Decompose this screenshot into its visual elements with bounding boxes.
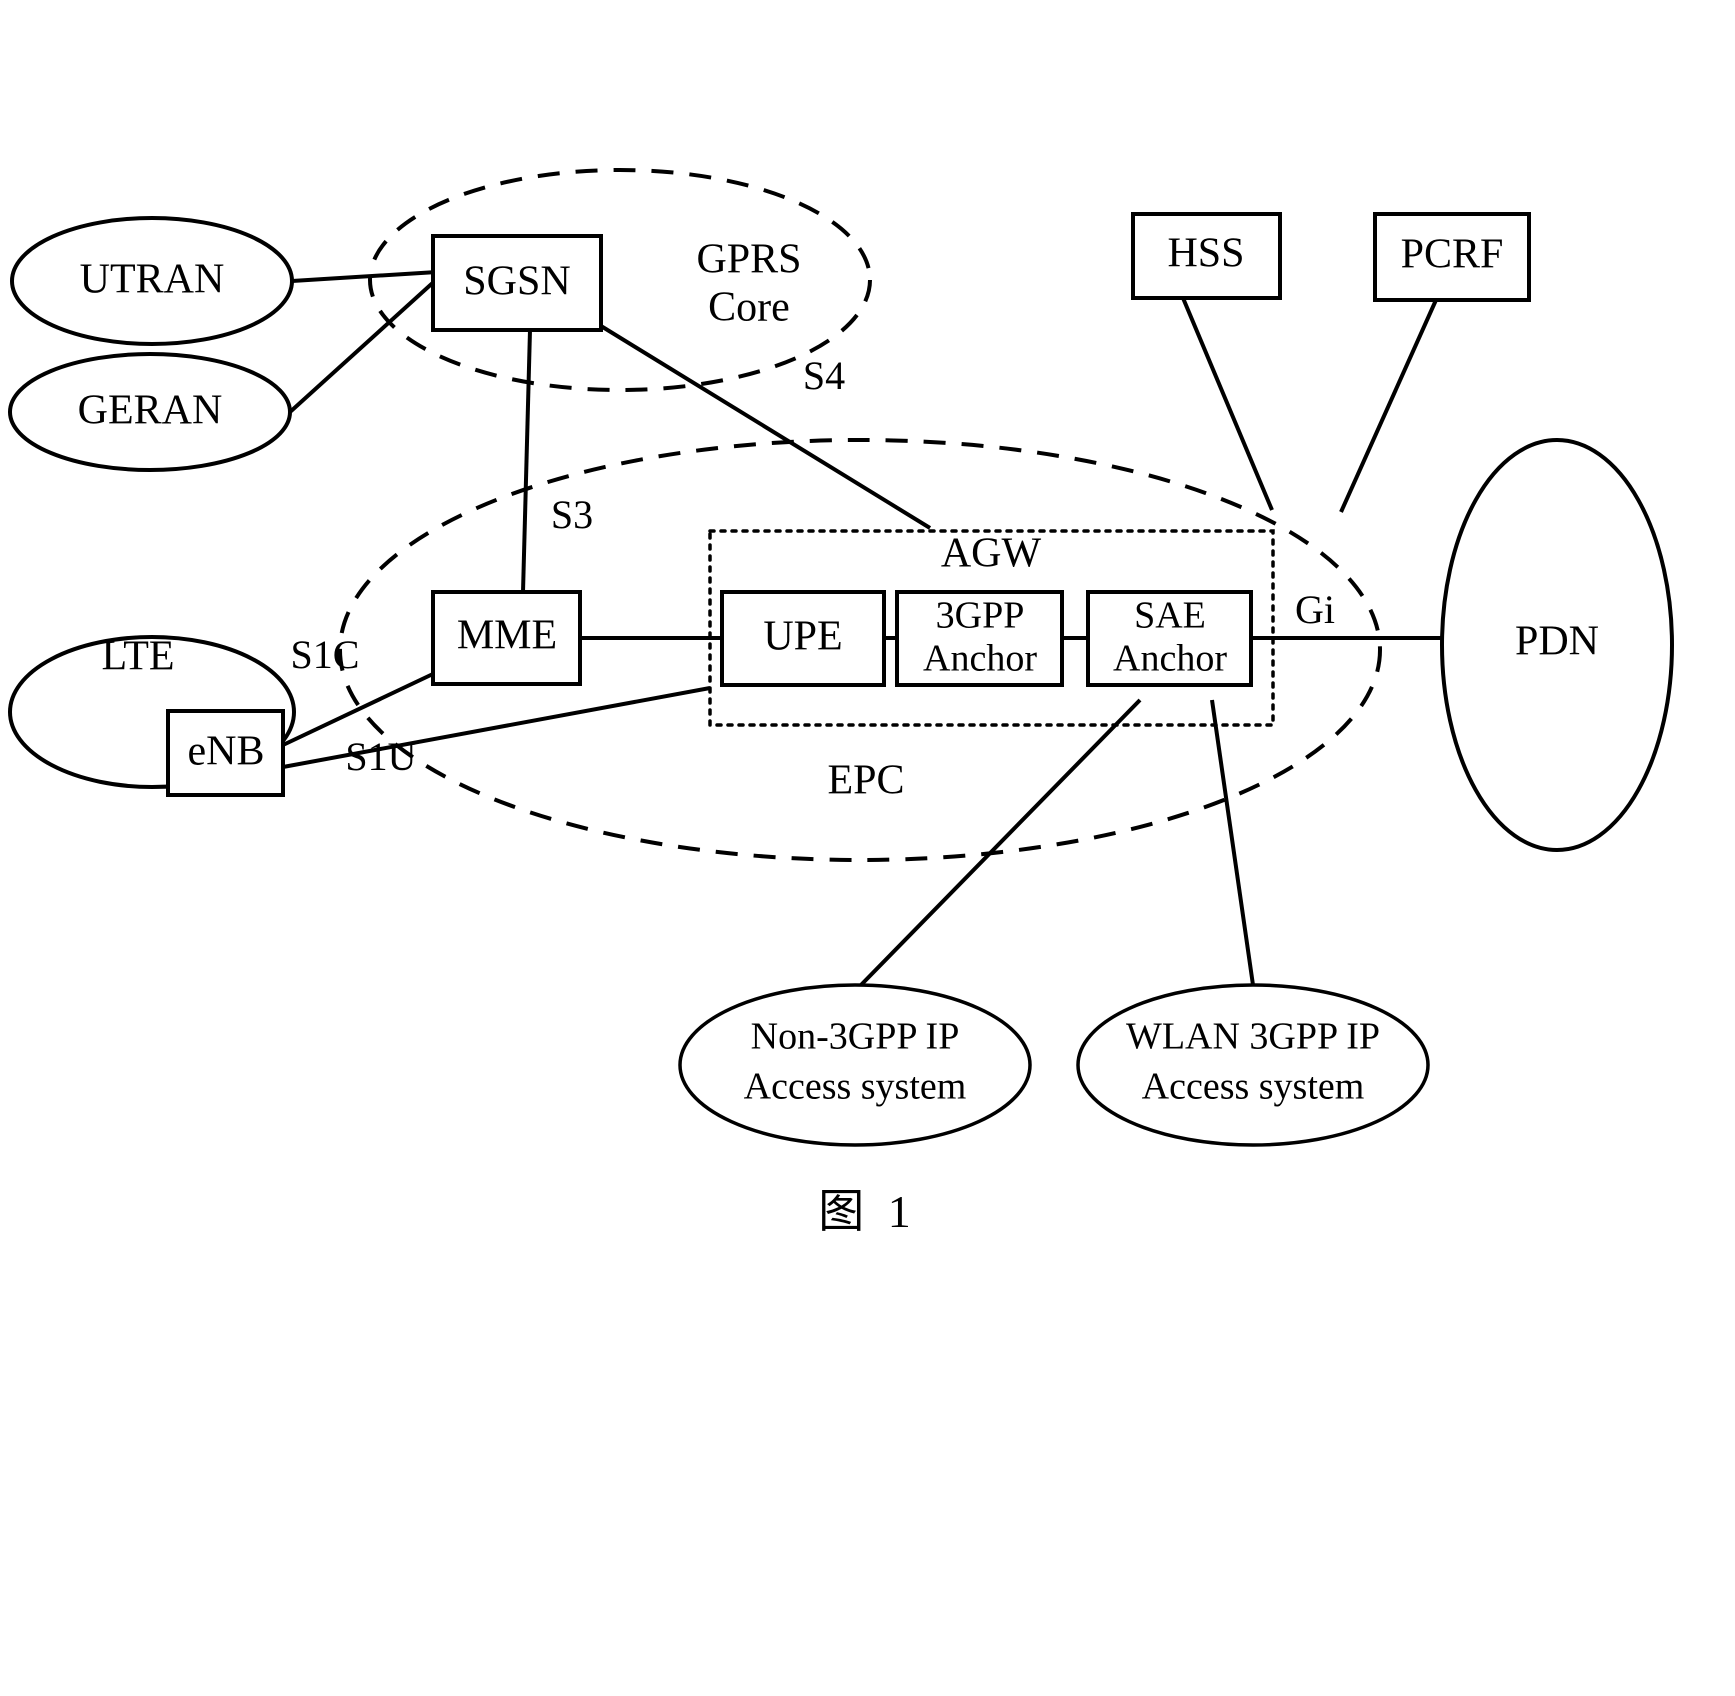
node-enb[interactable]: eNB: [166, 709, 285, 797]
group-agw-label: AGW: [941, 531, 1042, 577]
figure-caption: 图 1: [818, 1186, 917, 1237]
interface-label-s4: S4: [803, 353, 845, 398]
link-geran-sgsn: [288, 277, 439, 414]
node-pdn-label: PDN: [1515, 619, 1599, 665]
link-sgsn-agw: [599, 324, 932, 530]
node-3gpp-anchor-label-line1: 3GPP: [936, 595, 1025, 637]
link-sae-anchor-non3gpp: [858, 698, 1142, 988]
group-epc-label: EPC: [827, 758, 904, 804]
node-3gpp-anchor-label-line2: Anchor: [923, 638, 1037, 680]
group-gprs-core-label: GPRS Core: [696, 237, 801, 331]
link-utran-sgsn: [291, 270, 438, 283]
node-upe[interactable]: UPE: [720, 590, 886, 687]
node-pcrf[interactable]: PCRF: [1373, 212, 1531, 302]
interface-label-s1c: S1C: [291, 632, 360, 677]
node-non-3gpp-ip-access-system[interactable]: Non-3GPP IP Access system: [678, 983, 1032, 1147]
node-non-3gpp-label-line1: Non-3GPP IP: [751, 1016, 960, 1058]
node-enb-label: eNB: [188, 729, 265, 775]
group-gprs-core-label-line1: GPRS: [696, 237, 801, 283]
node-wlan-3gpp-ip-access-system[interactable]: WLAN 3GPP IP Access system: [1076, 983, 1430, 1147]
node-pcrf-label: PCRF: [1401, 232, 1504, 278]
node-lte-label: LTE: [101, 634, 174, 680]
node-sgsn[interactable]: SGSN: [431, 234, 603, 332]
interface-label-s1u: S1U: [345, 734, 416, 779]
node-utran[interactable]: UTRAN: [10, 216, 294, 346]
node-hss[interactable]: HSS: [1131, 212, 1282, 300]
node-3gpp-anchor[interactable]: 3GPP Anchor: [895, 590, 1064, 687]
node-pdn[interactable]: PDN: [1440, 438, 1674, 852]
node-sae-anchor-label-line2: Anchor: [1113, 638, 1227, 680]
node-mme[interactable]: MME: [431, 590, 582, 686]
node-non-3gpp-label-line2: Access system: [744, 1066, 967, 1108]
group-gprs-core-label-line2: Core: [708, 285, 790, 331]
interface-label-s3: S3: [551, 492, 593, 537]
node-wlan-3gpp-label-line2: Access system: [1142, 1066, 1365, 1108]
node-sae-anchor-label-line1: SAE: [1134, 595, 1206, 637]
node-wlan-3gpp-label-line1: WLAN 3GPP IP: [1126, 1016, 1380, 1058]
node-geran[interactable]: GERAN: [8, 352, 292, 472]
node-hss-label: HSS: [1167, 231, 1244, 277]
link-hss-epc: [1181, 297, 1274, 511]
figure-page: UTRAN GERAN SGSN GPRS Core HSS PCRF LTE …: [0, 0, 1735, 1696]
node-sgsn-label: SGSN: [463, 259, 570, 305]
link-pcrf-epc: [1339, 299, 1438, 513]
node-sae-anchor[interactable]: SAE Anchor: [1086, 590, 1253, 687]
node-geran-label: GERAN: [78, 388, 223, 434]
node-upe-label: UPE: [763, 614, 842, 660]
node-utran-label: UTRAN: [80, 257, 225, 303]
network-architecture-diagram: UTRAN GERAN SGSN GPRS Core HSS PCRF LTE …: [8, 168, 1674, 1147]
link-sgsn-mme: [521, 329, 532, 593]
interface-label-gi: Gi: [1295, 587, 1335, 632]
node-mme-label: MME: [457, 613, 557, 659]
link-sae-anchor-wlan3gpp: [1210, 699, 1255, 986]
